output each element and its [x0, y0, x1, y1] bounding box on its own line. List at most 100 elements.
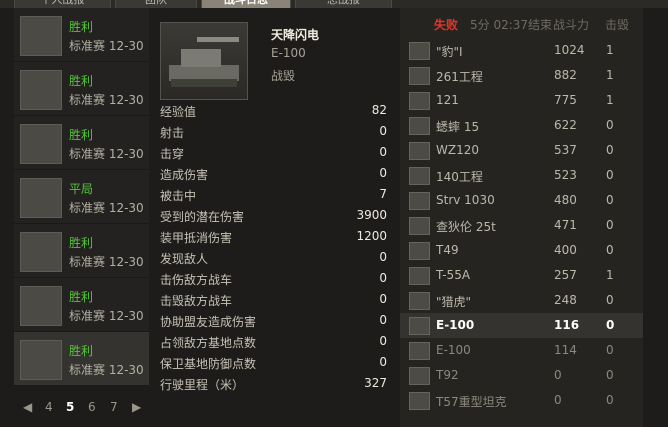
battle-mode: 标准赛 12-30	[69, 309, 144, 323]
player-row[interactable]: T49 400 0	[400, 238, 643, 263]
stat-label: 击穿	[160, 147, 185, 161]
player-row[interactable]: 查狄伦 25t 471 0	[400, 213, 643, 238]
stat-row: 保卫基地防御点数 0	[160, 353, 387, 374]
player-power: 0	[554, 393, 562, 407]
player-row[interactable]: Strv 1030 480 0	[400, 188, 643, 213]
player-row[interactable]: 140工程 523 0	[400, 163, 643, 188]
stat-value: 0	[379, 271, 387, 285]
stat-label: 占领敌方基地点数	[160, 336, 257, 350]
battle-result: 胜利	[69, 290, 94, 304]
player-power: 882	[554, 68, 577, 82]
player-kills: 0	[606, 368, 614, 382]
stat-row: 击伤敌方战车 0	[160, 269, 387, 290]
player-row[interactable]: T-55A 257 1	[400, 263, 643, 288]
page-link[interactable]: 4	[45, 400, 53, 414]
tab-summary[interactable]: 总战报	[295, 0, 392, 8]
battle-item[interactable]: 平局 标准赛 12-30	[14, 170, 149, 224]
stat-label: 发现敌人	[160, 252, 209, 266]
tank-icon	[409, 167, 430, 185]
tank-icon	[409, 67, 430, 85]
stat-value: 327	[364, 376, 387, 390]
tank-icon	[409, 42, 430, 60]
tab-team[interactable]: 团队	[115, 0, 197, 8]
stat-value: 0	[379, 355, 387, 369]
battle-result: 胜利	[69, 236, 94, 250]
stat-label: 造成伤害	[160, 168, 209, 182]
player-kills: 0	[606, 243, 614, 257]
player-row-self[interactable]: E-100 116 0	[400, 313, 643, 338]
stat-row: 占领敌方基地点数 0	[160, 332, 387, 353]
battle-mode: 标准赛 12-30	[69, 201, 144, 215]
tank-icon	[409, 392, 430, 410]
battle-result: 胜利	[69, 74, 94, 88]
tank-thumbnail	[20, 286, 62, 326]
tank-thumbnail	[20, 124, 62, 164]
player-row[interactable]: 蟋蟀 15 622 0	[400, 113, 643, 138]
page-link[interactable]: 6	[88, 400, 96, 414]
player-kills: 0	[606, 343, 614, 357]
tank-icon	[409, 242, 430, 260]
battle-mode: 标准赛 12-30	[69, 363, 144, 377]
stat-row: 击穿 0	[160, 143, 387, 164]
tab-battle-log[interactable]: 战斗日志	[201, 0, 291, 8]
stat-value: 1200	[356, 229, 387, 243]
battle-result: 胜利	[69, 344, 94, 358]
player-row[interactable]: E-100 114 0	[400, 338, 643, 363]
player-tank: T92	[436, 368, 459, 382]
right-margin	[643, 8, 668, 427]
tank-icon	[409, 142, 430, 160]
player-power: 523	[554, 168, 577, 182]
player-tank: T49	[436, 243, 459, 257]
tank-icon	[409, 92, 430, 110]
player-tank: 蟋蟀 15	[436, 120, 480, 134]
battle-item-selected[interactable]: 胜利 标准赛 12-30	[14, 332, 149, 386]
tab-personal[interactable]: 个人战报	[14, 0, 111, 8]
player-power: 775	[554, 93, 577, 107]
power-column-header: 战斗力	[553, 18, 590, 32]
player-row[interactable]: "豹"I 1024 1	[400, 38, 643, 63]
stat-label: 射击	[160, 126, 185, 140]
tank-icon	[409, 317, 430, 335]
next-page-icon[interactable]: ▶	[132, 400, 141, 414]
battle-item[interactable]: 胜利 标准赛 12-30	[14, 62, 149, 116]
player-row[interactable]: "猎虎" 248 0	[400, 288, 643, 313]
pagination: ◀ 4 5 6 7 ▶	[14, 392, 149, 422]
stat-row: 发现敌人 0	[160, 248, 387, 269]
battle-result: 胜利	[69, 20, 94, 34]
player-tank: E-100	[436, 343, 471, 357]
player-kills: 0	[606, 143, 614, 157]
player-kills: 0	[606, 218, 614, 232]
stat-label: 协助盟友造成伤害	[160, 315, 257, 329]
player-row[interactable]: 121 775 1	[400, 88, 643, 113]
player-tank: 261工程	[436, 70, 483, 84]
battle-result: 胜利	[69, 128, 94, 142]
battle-item[interactable]: 胜利 标准赛 12-30	[14, 224, 149, 278]
tank-thumbnail	[20, 232, 62, 272]
player-name: 天降闪电	[271, 28, 320, 42]
page-link[interactable]: 7	[110, 400, 118, 414]
player-tank: E-100	[436, 318, 475, 332]
stat-value: 0	[379, 313, 387, 327]
player-row[interactable]: 261工程 882 1	[400, 63, 643, 88]
tank-icon	[409, 267, 430, 285]
battle-result: 平局	[69, 182, 94, 196]
player-power: 400	[554, 243, 577, 257]
player-row[interactable]: T57重型坦克 0 0	[400, 388, 643, 413]
prev-page-icon[interactable]: ◀	[23, 400, 32, 414]
page-current: 5	[66, 400, 75, 414]
battle-item[interactable]: 胜利 标准赛 12-30	[14, 116, 149, 170]
player-tank: WZ120	[436, 143, 479, 157]
tank-image	[160, 22, 248, 100]
battle-mode: 标准赛 12-30	[69, 147, 144, 161]
player-tank: T-55A	[436, 268, 471, 282]
tank-thumbnail	[20, 16, 62, 56]
player-row[interactable]: T92 0 0	[400, 363, 643, 388]
battle-item[interactable]: 胜利 标准赛 12-30	[14, 8, 149, 62]
team-panel: 失败 5分 02:37结束 战斗力 击毁 "豹"I 1024 1 261工程 882 1…	[400, 8, 643, 427]
player-power: 471	[554, 218, 577, 232]
tank-icon	[409, 217, 430, 235]
battle-item[interactable]: 胜利 标准赛 12-30	[14, 278, 149, 332]
player-kills: 0	[606, 293, 614, 307]
player-tank: "猎虎"	[436, 295, 472, 309]
player-row[interactable]: WZ120 537 0	[400, 138, 643, 163]
